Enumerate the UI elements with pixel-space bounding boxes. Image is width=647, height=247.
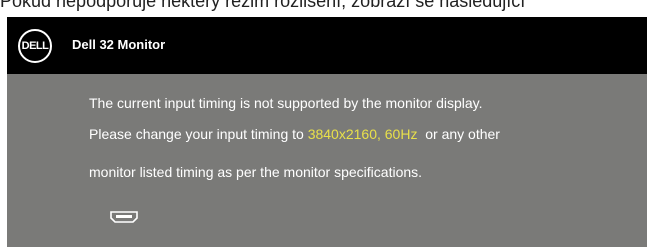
osd-title: Dell 32 Monitor [72,37,166,52]
message-line-2: Please change your input timing to 3840x… [89,125,500,143]
recommended-timing: 3840x2160, 60Hz [307,126,418,142]
message-line-2-prefix: Please change your input timing to [89,126,308,142]
message-line-3: monitor listed timing as per the monitor… [89,164,423,180]
dell-logo: DELL [18,29,52,63]
message-line-2-suffix: or any other [417,126,500,142]
osd-message-window: DELL Dell 32 Monitor The current input t… [7,17,647,247]
message-line-1: The current input timing is not supporte… [89,95,483,111]
osd-titlebar: DELL Dell 32 Monitor [7,17,647,74]
page: Pokud nepodporuje některý režim rozlišen… [0,0,647,247]
document-header-text: Pokud nepodporuje některý režim rozlišen… [0,0,526,11]
hdmi-input-icon [110,211,138,223]
